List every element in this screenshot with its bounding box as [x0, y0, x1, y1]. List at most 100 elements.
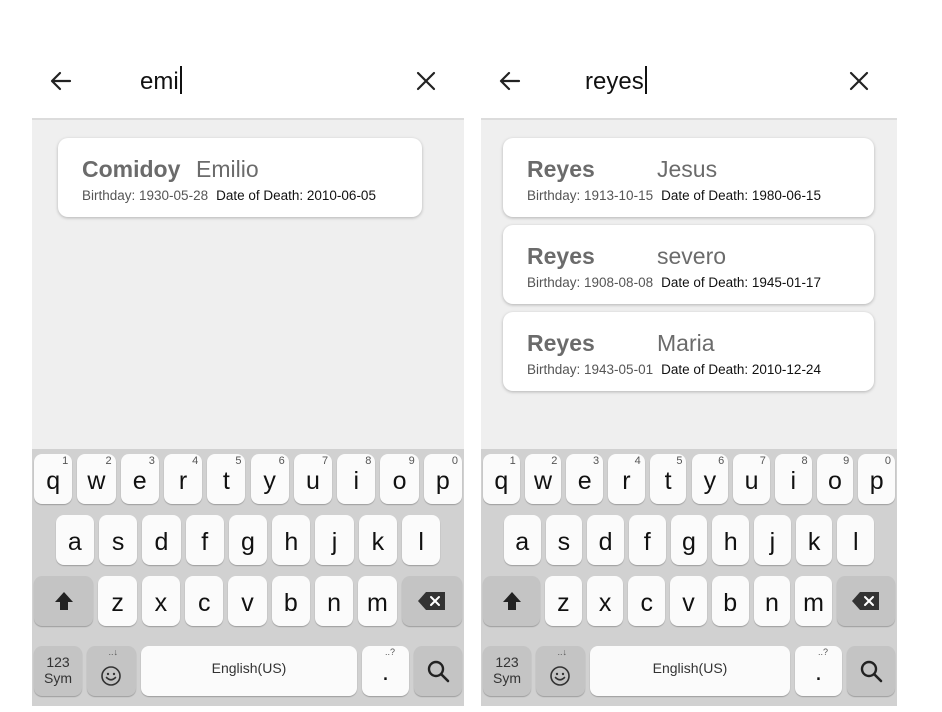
key-number-hint: 3 — [148, 455, 155, 467]
key-o[interactable]: 9o — [380, 454, 419, 504]
key-label: a — [67, 528, 82, 556]
key-label: j — [769, 528, 776, 556]
key-o[interactable]: 9o — [816, 454, 854, 504]
search-bar: emi — [32, 40, 464, 120]
key-a[interactable]: a — [55, 515, 94, 565]
result-card[interactable]: Reyes Maria Birthday: 1943-05-01 Date of De… — [503, 312, 874, 391]
key-g[interactable]: g — [670, 515, 708, 565]
key-i[interactable]: 8i — [774, 454, 812, 504]
key-q[interactable]: 1q — [483, 454, 520, 504]
key-label: o — [392, 467, 407, 495]
key-z[interactable]: z — [545, 576, 582, 626]
backspace-key[interactable] — [401, 576, 462, 626]
backspace-key[interactable] — [836, 576, 895, 626]
emoji-key[interactable]: ..↓ — [87, 646, 136, 696]
symbols-key[interactable]: 123 Sym — [483, 646, 531, 696]
key-j[interactable]: j — [315, 515, 354, 565]
key-e[interactable]: 3e — [120, 454, 159, 504]
key-x[interactable]: x — [141, 576, 181, 626]
key-r[interactable]: 4r — [608, 454, 645, 504]
search-input[interactable]: emi — [140, 66, 182, 97]
result-card[interactable]: Reyes Jesus Birthday: 1913-10-15 Date of De… — [503, 138, 874, 217]
back-arrow-icon[interactable] — [495, 66, 525, 96]
key-l[interactable]: l — [837, 515, 875, 565]
key-f[interactable]: f — [185, 515, 224, 565]
key-t[interactable]: 5t — [649, 454, 687, 504]
key-label: d — [598, 528, 613, 556]
key-t[interactable]: 5t — [207, 454, 246, 504]
key-h[interactable]: h — [272, 515, 311, 565]
close-icon[interactable] — [414, 69, 438, 93]
key-n[interactable]: n — [314, 576, 354, 626]
key-y[interactable]: 6y — [250, 454, 289, 504]
key-d[interactable]: d — [587, 515, 624, 565]
key-s[interactable]: s — [98, 515, 138, 565]
key-u[interactable]: 7u — [293, 454, 333, 504]
first-name: severo — [657, 243, 727, 269]
key-label: f — [643, 528, 651, 556]
key-w[interactable]: 2w — [524, 454, 562, 504]
key-m[interactable]: m — [795, 576, 832, 626]
key-number-hint: 4 — [192, 455, 199, 467]
key-k[interactable]: k — [358, 515, 398, 565]
key-v[interactable]: v — [670, 576, 707, 626]
key-i[interactable]: 8i — [337, 454, 376, 504]
space-key-label: English(US) — [652, 660, 728, 676]
key-p[interactable]: 0p — [423, 454, 462, 504]
close-icon[interactable] — [847, 69, 871, 93]
key-m[interactable]: m — [358, 576, 397, 626]
period-key[interactable]: ..?. — [795, 646, 842, 696]
search-query-text: reyes — [585, 68, 644, 95]
person-name: Reyes Maria — [527, 330, 715, 356]
period-key[interactable]: ..?. — [362, 646, 409, 696]
key-p[interactable]: 0p — [858, 454, 895, 504]
key-r[interactable]: 4r — [163, 454, 203, 504]
key-number-hint: 4 — [634, 455, 641, 467]
key-a[interactable]: a — [503, 515, 541, 565]
key-x[interactable]: x — [586, 576, 624, 626]
key-d[interactable]: d — [142, 515, 181, 565]
key-l[interactable]: l — [402, 515, 441, 565]
key-s[interactable]: s — [545, 515, 583, 565]
text-cursor — [644, 66, 647, 94]
last-name: Comidoy — [82, 156, 181, 182]
key-z[interactable]: z — [98, 576, 137, 626]
key-label: n — [327, 589, 342, 617]
key-g[interactable]: g — [228, 515, 268, 565]
back-arrow-icon[interactable] — [46, 66, 76, 96]
key-b[interactable]: b — [271, 576, 310, 626]
key-c[interactable]: c — [185, 576, 224, 626]
key-number-hint: 5 — [676, 455, 683, 467]
date-of-death-text: Date of Death: 1980-06-15 — [661, 188, 821, 203]
shift-key[interactable] — [483, 576, 541, 626]
space-key[interactable]: English(US) — [590, 646, 790, 696]
search-key[interactable] — [847, 646, 895, 696]
key-h[interactable]: h — [712, 515, 750, 565]
period-key-hint: ..? — [384, 647, 395, 657]
search-key[interactable] — [414, 646, 462, 696]
emoji-key[interactable]: ..↓ — [536, 646, 585, 696]
key-j[interactable]: j — [754, 515, 791, 565]
result-card[interactable]: Comidoy Emilio Birthday: 1930-05-28 Date of… — [58, 138, 422, 217]
key-label: y — [703, 467, 717, 495]
key-label: h — [723, 528, 738, 556]
key-e[interactable]: 3e — [566, 454, 604, 504]
key-f[interactable]: f — [628, 515, 666, 565]
key-b[interactable]: b — [711, 576, 749, 626]
space-key[interactable]: English(US) — [141, 646, 357, 696]
symbols-key[interactable]: 123 Sym — [34, 646, 82, 696]
shift-key[interactable] — [34, 576, 94, 626]
emoji-key-hint: ..↓ — [108, 647, 118, 657]
key-u[interactable]: 7u — [733, 454, 770, 504]
key-n[interactable]: n — [753, 576, 791, 626]
key-q[interactable]: 1q — [34, 454, 73, 504]
result-card[interactable]: Reyes severo Birthday: 1908-08-08 Date of D… — [503, 225, 874, 304]
emoji-key-hint: ..↓ — [557, 647, 567, 657]
key-y[interactable]: 6y — [691, 454, 729, 504]
key-number-hint: 7 — [759, 455, 766, 467]
key-w[interactable]: 2w — [77, 454, 116, 504]
key-k[interactable]: k — [795, 515, 833, 565]
key-v[interactable]: v — [228, 576, 267, 626]
key-c[interactable]: c — [628, 576, 666, 626]
search-input[interactable]: reyes — [585, 66, 647, 97]
